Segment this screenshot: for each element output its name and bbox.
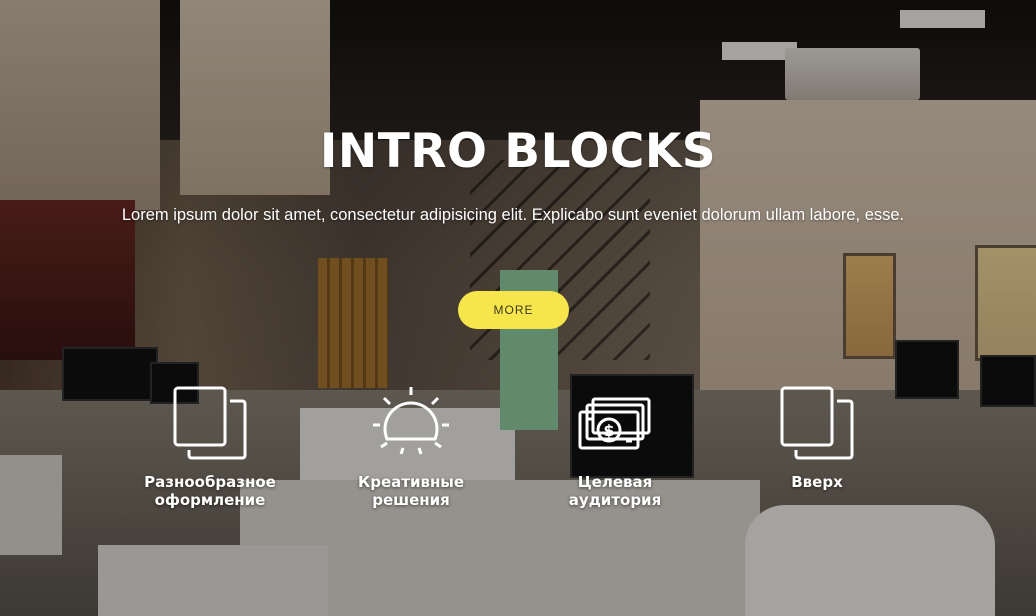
layers-icon <box>780 386 854 460</box>
feature-item[interactable]: Вверх <box>732 385 902 491</box>
feature-label: Вверх <box>791 473 843 491</box>
more-button[interactable]: MORE <box>458 291 569 329</box>
feature-label: Разнообразное оформление <box>144 473 276 509</box>
hero-lead: Lorem ipsum dolor sit amet, consectetur … <box>121 206 905 224</box>
hero-section: INTRO BLOCKS Lorem ipsum dolor sit amet,… <box>0 0 1036 616</box>
hero-title: INTRO BLOCKS <box>319 124 717 179</box>
hero-content: INTRO BLOCKS Lorem ipsum dolor sit amet,… <box>0 0 1036 616</box>
feature-item[interactable]: Разнообразное оформление <box>125 385 295 509</box>
feature-list: Разнообразное оформление Креативные реше… <box>0 385 1036 515</box>
feature-label: Креативные решения <box>357 473 465 509</box>
svg-text:$: $ <box>603 421 614 440</box>
money-icon: $ <box>578 397 651 450</box>
feature-item[interactable]: Креативные решения <box>326 385 496 509</box>
sun-icon <box>373 387 449 455</box>
feature-item[interactable]: $ Целевая аудитория <box>530 385 700 509</box>
feature-label: Целевая аудитория <box>568 473 662 509</box>
layers-icon <box>173 386 247 460</box>
